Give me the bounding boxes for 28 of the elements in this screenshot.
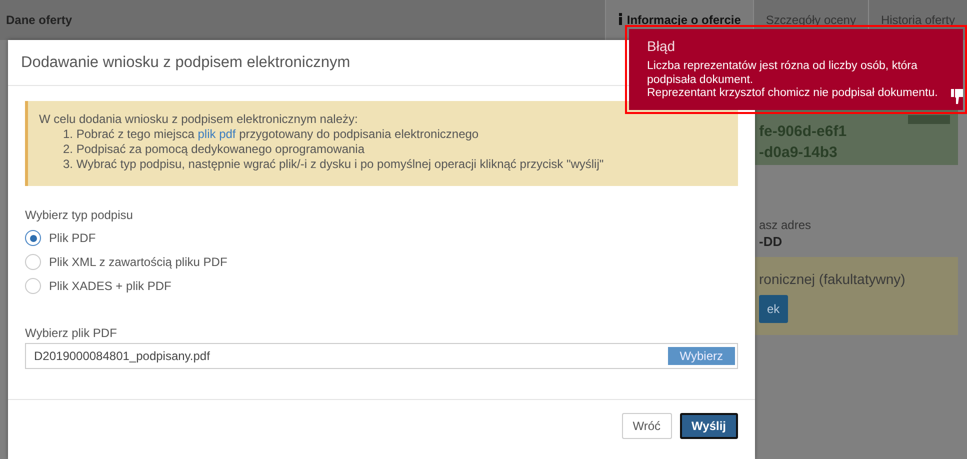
back-button[interactable]: Wróć — [622, 412, 672, 438]
radio-label[interactable]: Plik XML z zawartością pliku PDF — [49, 255, 228, 269]
address-value: -DD — [758, 234, 784, 249]
send-button[interactable]: Wyślij — [680, 412, 738, 438]
info-icon — [618, 12, 623, 28]
panel-title: ronicznej (fakultatywny) — [759, 271, 906, 287]
field-label: Wybierz plik PDF — [25, 326, 118, 340]
page-title: Dane oferty — [6, 13, 72, 27]
instruction-step: 2. Podpisać za pomocą dedykowanego oprogramowania — [39, 142, 728, 157]
dialog-title: Dodawanie wniosku z podpisem elektronicznym — [21, 54, 350, 72]
instruction-step: 3. Wybrać typ podpisu, następnie wgrać plik/-i z dysku i po pomyślnej operacji kliknąć przycisk "wyślij" — [39, 157, 728, 172]
radio-label[interactable]: Plik PDF — [49, 231, 96, 245]
instruction-step: 1. Pobrać z tego miejsca plik pdf przygotowany do podpisania elektronicznego — [39, 127, 728, 142]
error-message: Liczba reprezentatów jest rózna od liczby osób, która podpisała dokument. — [647, 60, 918, 87]
thumbs-down-icon — [951, 89, 963, 105]
radio-label[interactable]: Plik XADES + plik PDF — [49, 279, 172, 293]
toast-title: Błąd — [647, 38, 676, 54]
address-label: asz adres — [758, 218, 812, 232]
status-badge — [908, 115, 950, 124]
radio-button[interactable] — [25, 278, 41, 294]
add-button[interactable]: ek — [759, 295, 788, 323]
field-label: Wybierz typ podpisu — [25, 208, 134, 222]
radio-button[interactable] — [25, 254, 41, 270]
pdf-link[interactable]: plik pdf — [198, 127, 236, 141]
error-message: Reprezentant krzysztof chomicz nie podpisał dokumentu. — [647, 87, 939, 100]
file-input-field[interactable]: D2019000084801_podpisany.pdf Wybierz — [25, 343, 738, 369]
instructions-intro: W celu dodania wniosku z podpisem elektronicznym należy: — [39, 112, 359, 127]
radio-button[interactable] — [25, 230, 41, 246]
